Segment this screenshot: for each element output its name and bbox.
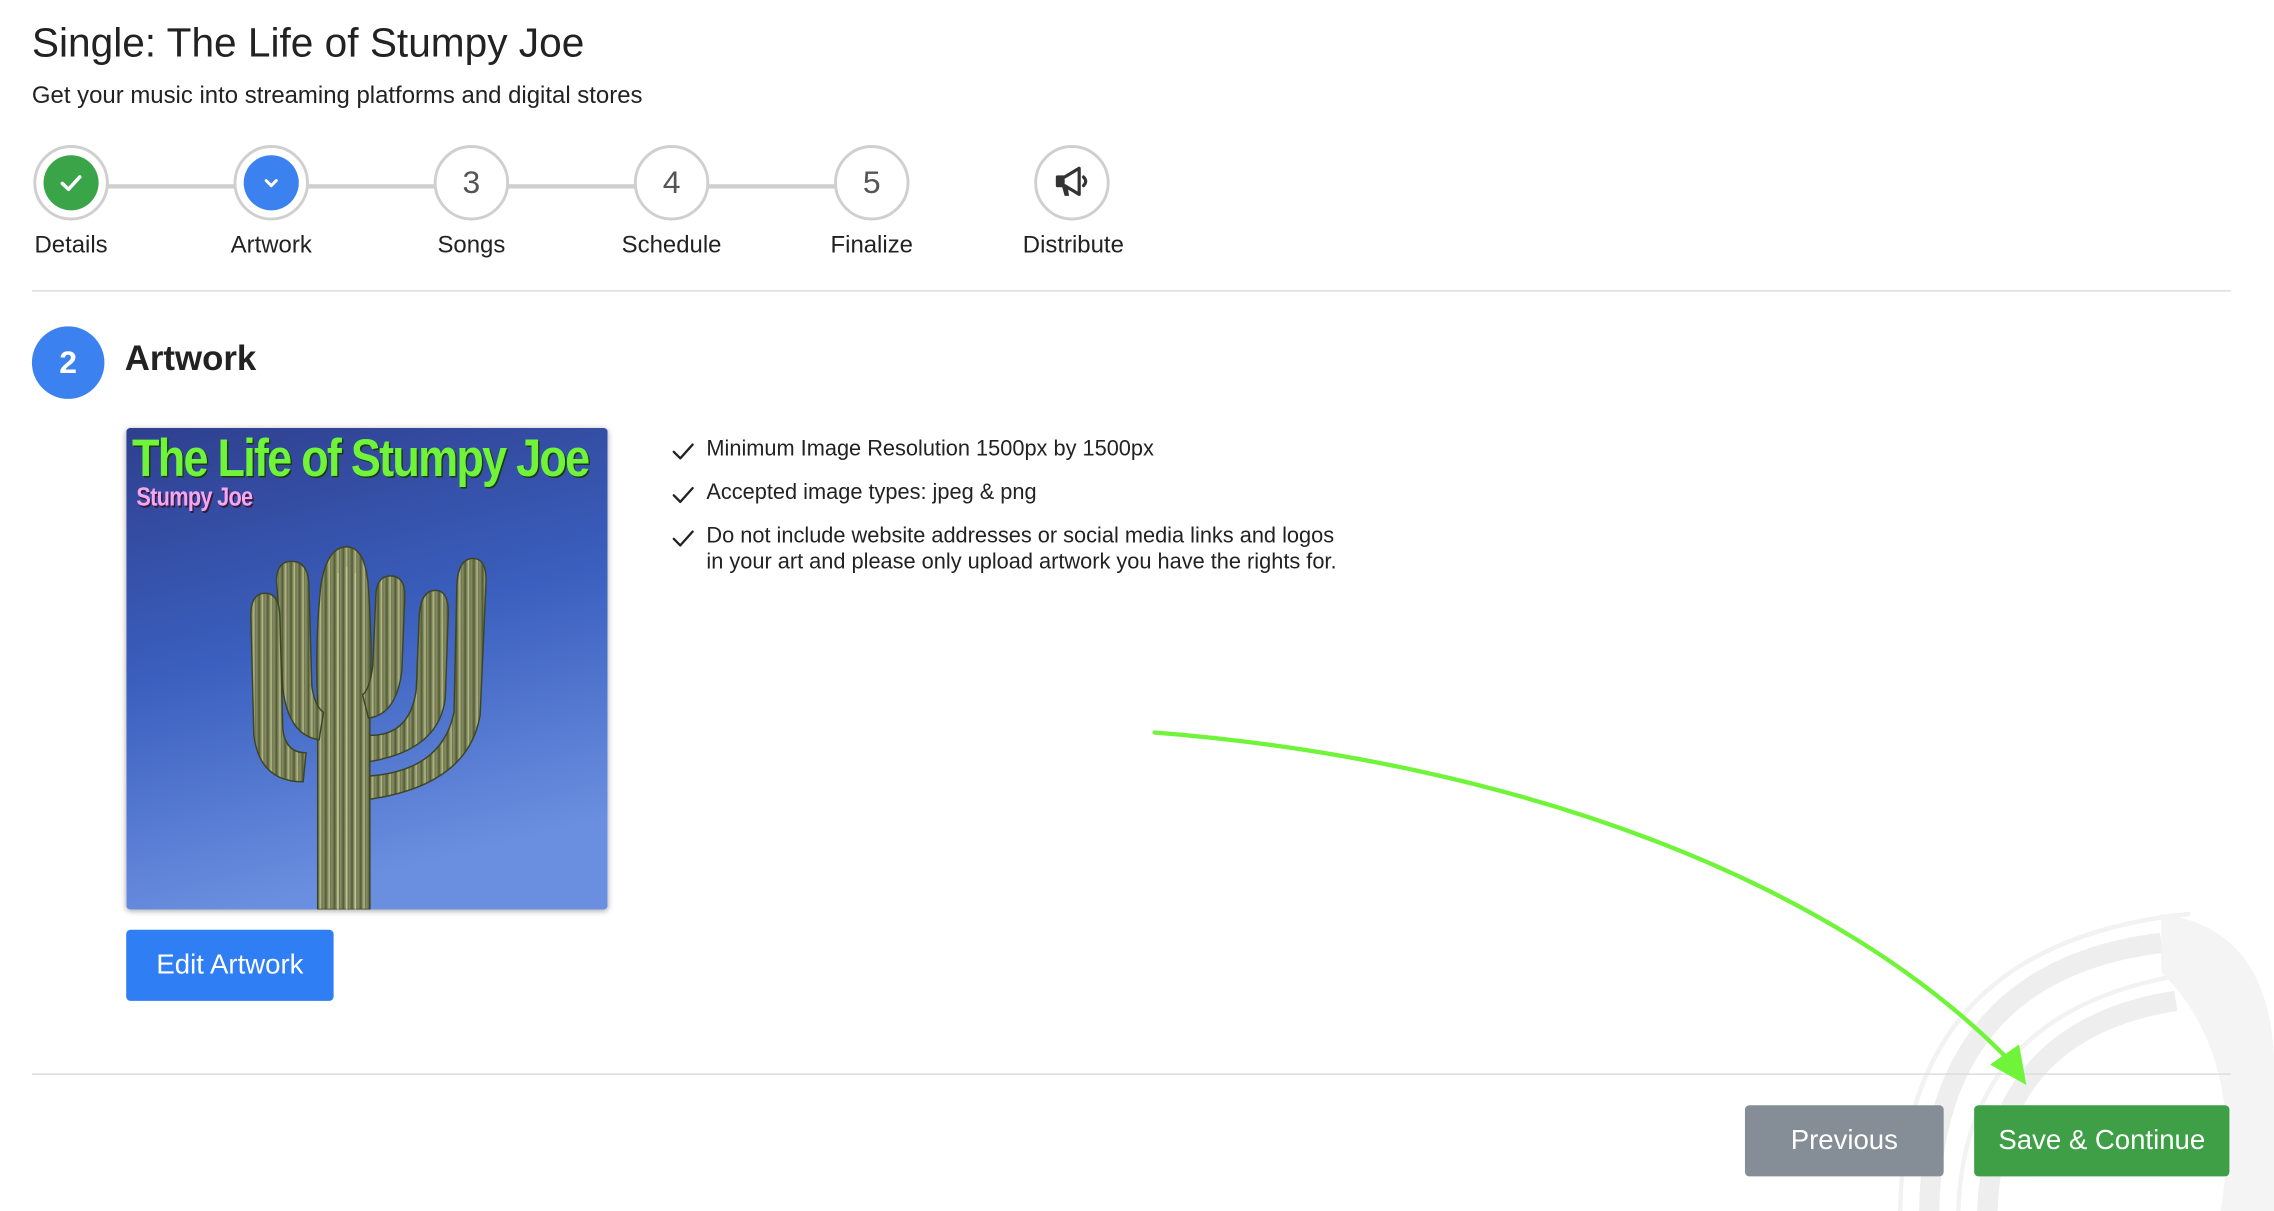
page: Single: The Life of Stumpy Joe Get your … [0, 0, 2274, 1211]
annotation-arrow [1152, 730, 2027, 1085]
save-and-continue-button[interactable]: Save & Continue [1974, 1105, 2230, 1177]
previous-button[interactable]: Previous [1744, 1105, 1944, 1177]
